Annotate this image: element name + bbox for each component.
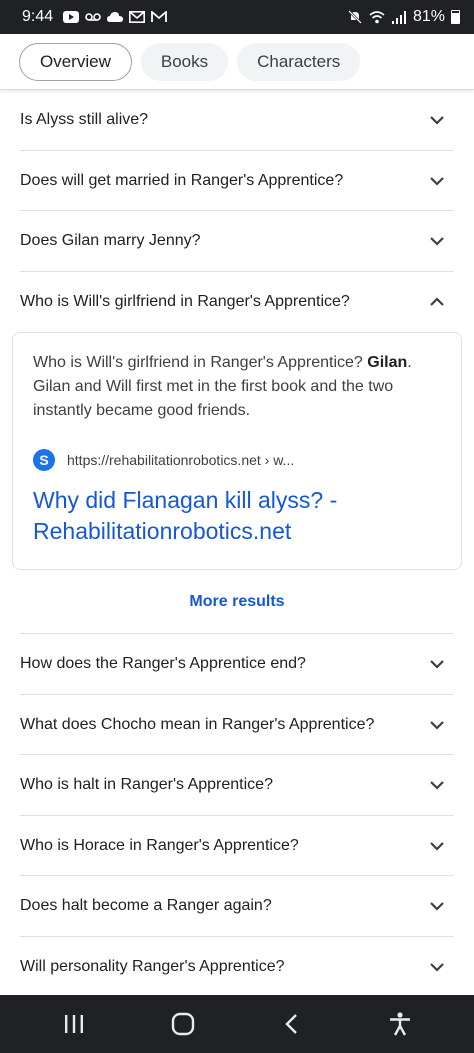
source-url[interactable]: https://rehabilitationrobotics.net › w..… <box>67 452 294 468</box>
faq-question: Is Alyss still alive? <box>20 111 149 129</box>
battery-percent: 81% <box>412 8 445 25</box>
faq-question: Who is Horace in Ranger's Apprentice? <box>20 836 299 854</box>
faq-item[interactable]: Who is Horace in Ranger's Apprentice? <box>0 816 474 877</box>
accessibility-button[interactable] <box>376 1004 424 1044</box>
faq-item[interactable]: How does the Ranger's Apprentice end? <box>0 634 474 695</box>
more-results-row: More results <box>0 570 474 634</box>
faq-item[interactable]: What does Chocho mean in Ranger's Appren… <box>0 695 474 756</box>
chevron-down-icon[interactable] <box>428 776 446 794</box>
faq-item[interactable]: Will personality Ranger's Apprentice? <box>0 937 474 998</box>
wifi-icon <box>369 10 385 24</box>
signal-icon <box>391 10 407 24</box>
faq-question: What does Chocho mean in Ranger's Appren… <box>20 715 375 733</box>
faq-item[interactable]: Does will get married in Ranger's Appren… <box>0 151 474 212</box>
recent-apps-icon <box>65 1015 84 1033</box>
accessibility-icon <box>389 1012 410 1036</box>
youtube-icon <box>63 10 80 24</box>
voicemail-icon <box>85 10 101 24</box>
site-favicon-icon: S <box>33 449 55 471</box>
faq-item-expanded[interactable]: Who is Will's girlfriend in Ranger's App… <box>0 272 474 333</box>
faq-question: Does halt become a Ranger again? <box>20 897 272 915</box>
mute-icon <box>347 10 363 24</box>
source-row[interactable]: S https://rehabilitationrobotics.net › w… <box>33 449 441 471</box>
more-results-button[interactable]: More results <box>189 593 284 611</box>
tab-characters[interactable]: Characters <box>237 42 361 81</box>
recent-apps-button[interactable] <box>50 1004 98 1044</box>
chevron-down-icon[interactable] <box>428 837 446 855</box>
status-bar: 9:44 81% <box>0 0 474 34</box>
status-time: 9:44 <box>22 8 54 25</box>
chevron-down-icon[interactable] <box>428 232 446 250</box>
source-title-link[interactable]: Why did Flanagan kill alyss? - Rehabilit… <box>33 485 441 547</box>
chevron-down-icon[interactable] <box>428 655 446 673</box>
faq-question: Does will get married in Ranger's Appren… <box>20 171 344 189</box>
answer-lead: Who is Will's girlfriend in Ranger's App… <box>33 354 368 371</box>
chevron-up-icon[interactable] <box>428 293 446 311</box>
gmail-icon <box>151 10 168 24</box>
faq-item[interactable]: Does halt become a Ranger again? <box>0 876 474 937</box>
back-button[interactable] <box>267 1004 315 1044</box>
chevron-down-icon[interactable] <box>428 172 446 190</box>
home-icon <box>171 1012 194 1036</box>
chevron-down-icon[interactable] <box>428 716 446 734</box>
system-nav-bar <box>0 995 474 1053</box>
battery-fill <box>452 13 459 23</box>
mail-icon <box>129 10 146 24</box>
faq-item[interactable]: Is Alyss still alive? <box>0 90 474 151</box>
answer-highlight: Gilan <box>367 354 408 371</box>
faq-question: Who is Will's girlfriend in Ranger's App… <box>20 292 350 310</box>
home-button[interactable] <box>159 1004 207 1044</box>
status-left: 9:44 <box>22 8 168 26</box>
battery-icon <box>451 10 460 24</box>
faq-question: Does Gilan marry Jenny? <box>20 232 201 250</box>
faq-item[interactable]: Does Gilan marry Jenny? <box>0 211 474 272</box>
chevron-down-icon[interactable] <box>428 958 446 976</box>
faq-question: How does the Ranger's Apprentice end? <box>20 655 306 673</box>
status-right: 81% <box>347 8 460 26</box>
tab-overview[interactable]: Overview <box>19 42 132 81</box>
cloud-icon <box>107 10 124 24</box>
tab-books[interactable]: Books <box>140 42 229 81</box>
tabs-bar: Overview Books Characters <box>0 34 474 90</box>
answer-text: Who is Will's girlfriend in Ranger's App… <box>33 351 441 423</box>
faq-item[interactable]: Who is halt in Ranger's Apprentice? <box>0 755 474 816</box>
chevron-down-icon[interactable] <box>428 897 446 915</box>
faq-question: Who is halt in Ranger's Apprentice? <box>20 776 273 794</box>
back-icon <box>285 1014 298 1034</box>
faq-question: Will personality Ranger's Apprentice? <box>20 957 285 975</box>
answer-card: Who is Will's girlfriend in Ranger's App… <box>12 332 462 570</box>
chevron-down-icon[interactable] <box>428 111 446 129</box>
